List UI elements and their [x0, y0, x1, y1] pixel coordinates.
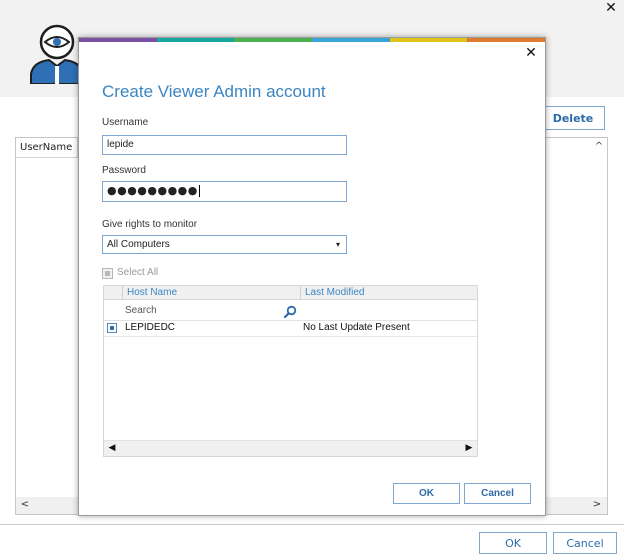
- background-ok-button[interactable]: OK: [479, 532, 547, 554]
- search-icon[interactable]: [283, 304, 297, 319]
- footer-divider: [0, 524, 624, 525]
- header-divider: [122, 286, 123, 300]
- delete-button[interactable]: Delete: [541, 106, 605, 130]
- stripe-segment-0: [79, 38, 157, 42]
- select-all-label: Select All: [117, 267, 159, 278]
- grid-horizontal-scrollbar[interactable]: [104, 440, 477, 456]
- cancel-button[interactable]: Cancel: [464, 483, 531, 504]
- stripe-segment-1: [156, 38, 235, 42]
- password-label: Password: [102, 165, 146, 176]
- select-all-checkbox[interactable]: [102, 268, 113, 279]
- dialog-color-stripe: [79, 38, 546, 42]
- scroll-left-icon[interactable]: <: [18, 498, 32, 512]
- text-caret: [198, 185, 200, 197]
- column-header-username[interactable]: UserName: [16, 138, 78, 158]
- username-label: Username: [102, 117, 149, 128]
- scroll-left-icon[interactable]: ◀: [106, 441, 118, 455]
- stripe-segment-2: [234, 38, 313, 42]
- password-masked-value: ●●●●●●●●●: [107, 184, 198, 197]
- background-cancel-button[interactable]: Cancel: [553, 532, 617, 554]
- column-header-last-modified[interactable]: Last Modified: [305, 286, 475, 300]
- scroll-right-icon[interactable]: ▶: [463, 441, 475, 455]
- rights-dropdown[interactable]: All Computers: [102, 235, 347, 254]
- stripe-segment-3: [312, 38, 390, 42]
- scroll-right-icon[interactable]: >: [590, 498, 604, 512]
- row-divider: [104, 320, 477, 321]
- host-row-name: LEPIDEDC: [125, 322, 176, 333]
- header-divider: [300, 286, 301, 300]
- background-close-icon[interactable]: ✕: [603, 0, 619, 16]
- rights-label: Give rights to monitor: [102, 219, 198, 230]
- host-row-last-modified: No Last Update Present: [303, 322, 410, 333]
- dialog-close-icon[interactable]: ✕: [523, 45, 539, 61]
- ok-button[interactable]: OK: [393, 483, 460, 504]
- column-header-host-name[interactable]: Host Name: [127, 286, 297, 300]
- scroll-up-icon[interactable]: ^: [592, 140, 606, 154]
- stripe-segment-5: [467, 38, 546, 42]
- host-search-input[interactable]: Search: [123, 303, 300, 319]
- host-row-checkbox[interactable]: [107, 323, 117, 333]
- password-input[interactable]: ●●●●●●●●●: [102, 181, 347, 202]
- username-input[interactable]: lepide: [102, 135, 347, 155]
- dialog-title: Create Viewer Admin account: [102, 82, 326, 101]
- stripe-segment-4: [389, 38, 468, 42]
- chevron-down-icon[interactable]: ▾: [333, 240, 343, 250]
- row-divider: [104, 336, 477, 337]
